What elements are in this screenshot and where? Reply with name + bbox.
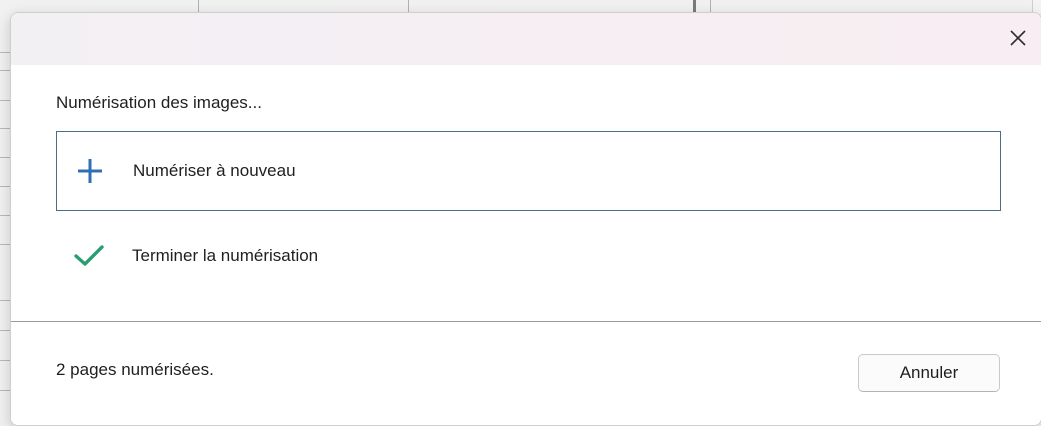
finish-scan-option[interactable]: Terminer la numérisation (56, 216, 1001, 296)
background-gridline (710, 0, 711, 12)
scan-status-text: Numérisation des images... (56, 93, 262, 112)
scan-dialog: Numérisation des images... Numériser à n… (10, 12, 1041, 426)
close-icon (1010, 30, 1026, 46)
finish-scan-option-label: Terminer la numérisation (132, 246, 319, 265)
check-icon (72, 239, 106, 273)
cancel-button[interactable]: Annuler (858, 354, 1000, 392)
rescan-option-label: Numériser à nouveau (133, 161, 296, 180)
dialog-titlebar (11, 13, 1041, 65)
background-gridline (408, 0, 409, 12)
pages-scanned-text: 2 pages numérisées. (56, 360, 214, 379)
rescan-option[interactable]: Numériser à nouveau (56, 131, 1001, 211)
plus-icon (73, 154, 107, 188)
dialog-footer: 2 pages numérisées. Annuler (11, 321, 1041, 425)
background-gridline (198, 0, 199, 12)
close-button[interactable] (1001, 21, 1035, 55)
